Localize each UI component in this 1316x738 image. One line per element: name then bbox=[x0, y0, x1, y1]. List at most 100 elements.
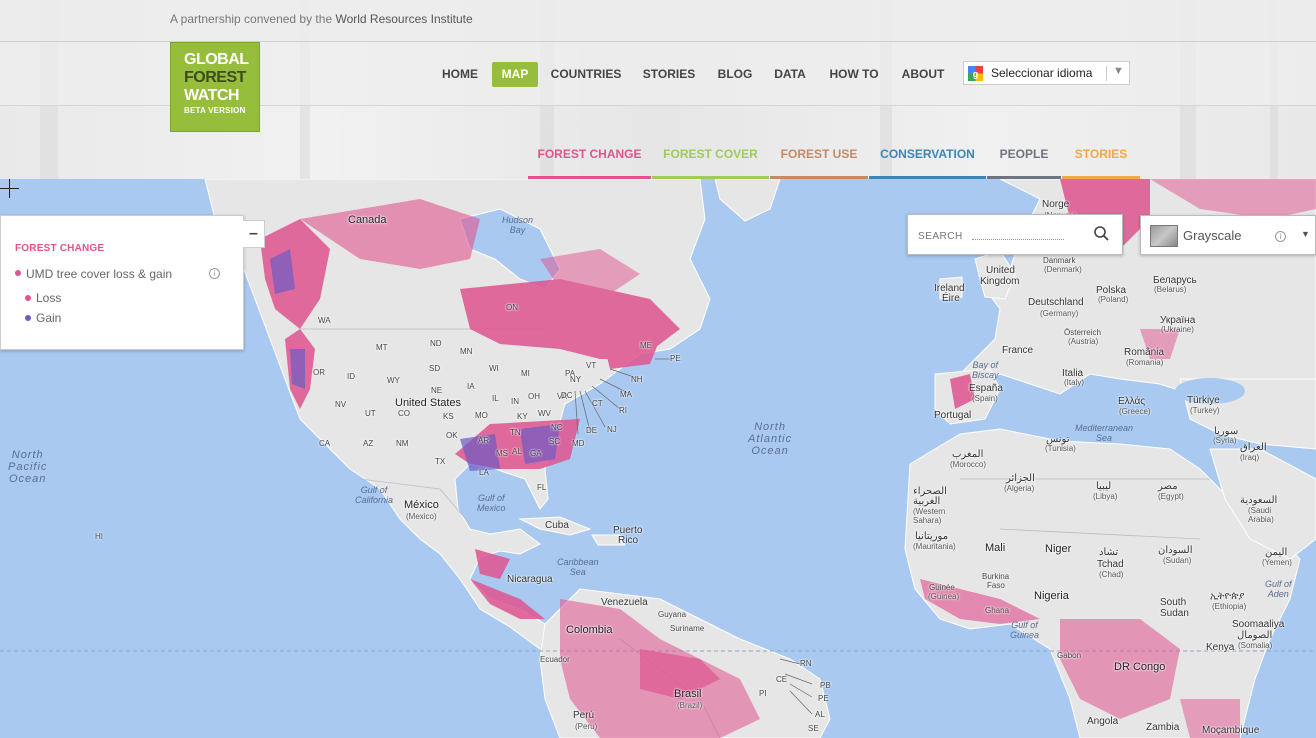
tab-forest-use[interactable]: FOREST USE bbox=[770, 145, 868, 179]
state-label: PE bbox=[670, 354, 681, 363]
country-label: Nicaragua bbox=[507, 574, 553, 585]
partner-text: A partnership convened by the World Reso… bbox=[170, 12, 473, 26]
country-label: (Chad) bbox=[1099, 570, 1124, 579]
state-label: MD bbox=[572, 439, 585, 448]
tab-conservation[interactable]: CONSERVATION bbox=[869, 145, 986, 179]
nav-countries[interactable]: COUNTRIES bbox=[550, 62, 622, 87]
logo-line-3: WATCH bbox=[184, 87, 239, 104]
state-label: OR bbox=[313, 368, 325, 377]
logo-beta-label: BETA VERSION bbox=[184, 106, 246, 115]
divider bbox=[1106, 66, 1107, 81]
state-label: WI bbox=[489, 364, 499, 373]
partner-link[interactable]: World Resources Institute bbox=[335, 12, 472, 26]
nav-blog[interactable]: BLOG bbox=[715, 62, 755, 87]
legend-layer[interactable]: UMD tree cover loss & gain bbox=[15, 267, 172, 281]
tab-forest-cover[interactable]: FOREST COVER bbox=[652, 145, 769, 179]
nav-stories[interactable]: STORIES bbox=[640, 62, 698, 87]
country-label: (Egypt) bbox=[1158, 492, 1184, 501]
tab-stories[interactable]: STORIES bbox=[1062, 145, 1140, 179]
country-label: United States bbox=[395, 397, 462, 409]
state-label: MI bbox=[521, 369, 530, 378]
country-label: المغرب bbox=[952, 449, 984, 460]
country-label: España bbox=[969, 383, 1003, 394]
country-label: (Romania) bbox=[1126, 358, 1164, 367]
site-header: A partnership convened by the World Reso… bbox=[0, 0, 1316, 179]
nav-data[interactable]: DATA bbox=[773, 62, 807, 87]
state-label: ME bbox=[640, 341, 652, 350]
google-translate-icon: g bbox=[968, 66, 983, 81]
state-label: ON bbox=[506, 303, 518, 312]
country-label: (Turkey) bbox=[1190, 406, 1220, 415]
legend-item-loss: Loss bbox=[25, 291, 61, 305]
country-label: (Yemen) bbox=[1262, 558, 1292, 567]
tab-label: FOREST COVER bbox=[663, 147, 758, 161]
country-label: Tchad bbox=[1097, 559, 1124, 570]
country-label: (Sudan) bbox=[1163, 556, 1192, 565]
tab-people[interactable]: PEOPLE bbox=[987, 145, 1061, 179]
state-label: AR bbox=[478, 436, 490, 445]
country-label: (Somalia) bbox=[1238, 641, 1273, 650]
nav-how-to[interactable]: HOW TO bbox=[826, 62, 882, 87]
country-label: (Ethiopia) bbox=[1212, 602, 1247, 611]
legend-collapse-button[interactable]: – bbox=[243, 220, 265, 248]
sea-label-gulf-of-mexico: Gulf of Mexico bbox=[477, 493, 506, 513]
search-underline bbox=[972, 239, 1064, 240]
country-label: Moçambique bbox=[1202, 725, 1260, 736]
state-label: CE bbox=[776, 675, 788, 684]
dropdown-arrow-icon: ▼ bbox=[1301, 229, 1310, 239]
country-label: (Saudi bbox=[1248, 506, 1272, 515]
nav-map[interactable]: MAP bbox=[492, 62, 538, 87]
country-label: Zambia bbox=[1146, 722, 1180, 733]
country-label: (Spain) bbox=[972, 394, 998, 403]
country-label: Türkiye bbox=[1187, 395, 1220, 406]
state-label: IN bbox=[511, 397, 519, 406]
language-selector[interactable]: g Seleccionar idioma ▼ bbox=[963, 61, 1130, 85]
state-label: PB bbox=[820, 681, 831, 690]
gain-area-pacific-nw bbox=[290, 349, 305, 389]
logo-line-1: GLOBAL bbox=[184, 51, 249, 68]
layer-dot bbox=[15, 270, 21, 276]
info-icon[interactable]: i bbox=[1275, 231, 1286, 242]
basemap-selector[interactable]: Grayscale i ▼ bbox=[1140, 215, 1316, 255]
country-label: (Germany) bbox=[1040, 309, 1079, 318]
info-icon[interactable]: i bbox=[209, 268, 220, 279]
country-label: Angola bbox=[1087, 716, 1119, 727]
search-input[interactable] bbox=[918, 227, 1068, 245]
tab-forest-change[interactable]: FOREST CHANGE bbox=[528, 145, 651, 179]
country-label: Nigeria bbox=[1034, 590, 1069, 602]
sea-label-gulf-of-aden: Gulf of Aden bbox=[1265, 579, 1292, 599]
chevron-right-icon: › bbox=[1128, 226, 1132, 240]
sea-label-hudson-bay: Hudson Bay bbox=[502, 215, 534, 235]
land-greenland bbox=[714, 179, 781, 222]
state-label: MS bbox=[496, 449, 508, 458]
country-label: Perú bbox=[573, 710, 595, 721]
country-label: South bbox=[1160, 597, 1187, 608]
state-label: ND bbox=[430, 339, 442, 348]
country-label: (Belarus) bbox=[1154, 285, 1187, 294]
country-label: Danmark bbox=[1043, 256, 1076, 265]
country-label: السودان bbox=[1158, 545, 1193, 556]
country-label: Gabon bbox=[1057, 651, 1082, 660]
state-label: IA bbox=[467, 382, 475, 391]
state-label: RN bbox=[800, 659, 812, 668]
nav-home[interactable]: HOME bbox=[441, 62, 479, 87]
tab-label: PEOPLE bbox=[999, 147, 1049, 161]
country-label: Österreich bbox=[1064, 328, 1101, 337]
country-label: Guinée bbox=[929, 583, 955, 592]
country-label: (Ukraine) bbox=[1161, 325, 1194, 334]
country-label: (Austria) bbox=[1068, 337, 1099, 346]
state-label: LA bbox=[479, 468, 489, 477]
state-label: NH bbox=[631, 375, 643, 384]
legend-item-label: Gain bbox=[36, 311, 62, 325]
gfw-logo[interactable]: GLOBAL FOREST WATCH BETA VERSION bbox=[170, 42, 260, 132]
state-label: RI bbox=[619, 406, 627, 415]
country-label: Canada bbox=[348, 214, 387, 226]
search-icon[interactable] bbox=[1093, 225, 1111, 243]
state-label: KY bbox=[517, 412, 528, 421]
state-label: FL bbox=[537, 483, 547, 492]
nav-about[interactable]: ABOUT bbox=[899, 62, 947, 87]
crosshair-cursor-icon bbox=[0, 179, 19, 198]
country-label: موريتانيا bbox=[915, 531, 949, 542]
state-label: AZ bbox=[363, 439, 374, 448]
country-label: Deutschland bbox=[1028, 297, 1084, 308]
